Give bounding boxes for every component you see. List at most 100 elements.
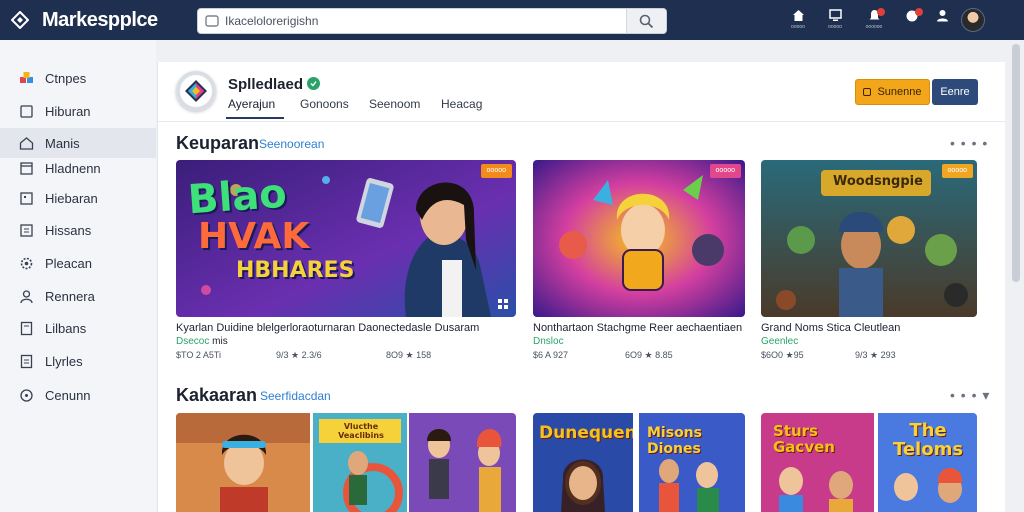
sidebar-item-settings[interactable]: Pleacan: [0, 249, 156, 277]
top-bar: Markespplce ooooo ooooo oooooo: [0, 0, 1024, 40]
scrollbar[interactable]: [1012, 44, 1020, 282]
sidebar: Ctnpes Hiburan Manis Hladnenn Hiebaran H…: [0, 40, 156, 512]
home-nav-label: ooooo: [791, 24, 805, 30]
sidebar-item-label: Hiburan: [45, 104, 91, 119]
card-badge: ooooo: [941, 164, 973, 178]
tab-overview[interactable]: Ayerajun: [228, 97, 275, 111]
app-name[interactable]: Markespplce: [42, 9, 158, 32]
game-art-title: Misons Diones: [647, 425, 702, 457]
search-input[interactable]: [225, 12, 625, 30]
sidebar-item-window[interactable]: Hladnenn: [0, 154, 156, 182]
game-card-title[interactable]: Grand Noms Stica Cleutlean: [761, 322, 900, 334]
game-card-status: Dnsloc: [533, 336, 564, 347]
chat-nav-button[interactable]: [897, 6, 927, 34]
section-title: Kakaaran: [176, 385, 258, 405]
diamond-logo-icon[interactable]: [11, 11, 29, 29]
person-icon: [20, 290, 33, 304]
button-icon: [863, 88, 872, 96]
sidebar-item-label: Cenunn: [45, 388, 91, 403]
store-name: Splledlaed: [228, 76, 304, 93]
sidebar-item-documents[interactable]: Llyrles: [0, 347, 156, 375]
search-icon: [205, 15, 219, 27]
card-badge: ooooo: [709, 164, 741, 178]
game-art-title: Woodsngpie: [833, 174, 923, 189]
book-icon: [20, 321, 33, 336]
verified-badge-icon: [307, 77, 320, 90]
game-card-image[interactable]: Sturs Gacven: [761, 413, 874, 512]
store-logo-icon: [185, 80, 207, 102]
home-icon: [792, 10, 804, 21]
section-more-button[interactable]: • • • ▾: [950, 387, 990, 404]
game-art-title: Vlucthe Veaclibins: [338, 422, 384, 440]
game-card-title[interactable]: Nonthartaon Stachgme Reer aechaentiaen: [533, 322, 742, 334]
sidebar-item-categories[interactable]: Ctnpes: [0, 64, 156, 92]
share-button-label: Eenre: [940, 86, 970, 98]
game-card-image[interactable]: Misons Diones: [639, 413, 745, 512]
subscribe-button-label: Sunenne: [877, 86, 922, 98]
game-card-image[interactable]: Vlucthe Veaclibins: [313, 413, 407, 512]
section-see-all-link[interactable]: Seerfidacdan: [260, 389, 331, 403]
monitor-nav-button[interactable]: ooooo: [820, 6, 850, 34]
sidebar-item-other[interactable]: Cenunn: [0, 381, 156, 409]
grid-small-icon: [498, 299, 508, 309]
sidebar-item-label: Manis: [45, 136, 80, 151]
game-card-title[interactable]: Kyarlan Duidine blelgerloraoturnaran Dao…: [176, 322, 479, 334]
sidebar-item-list[interactable]: Hissans: [0, 216, 156, 244]
sidebar-item-label: Llyrles: [45, 354, 83, 369]
search-button[interactable]: [626, 9, 666, 33]
cubes-icon: [20, 72, 33, 83]
game-card-image[interactable]: Woodsngpie ooooo: [761, 160, 977, 317]
sidebar-item-label: Lilbans: [45, 321, 87, 336]
section-see-all-link[interactable]: Seenoorean: [259, 137, 324, 151]
game-card-rating: 6O9 ★ 8.85: [625, 350, 673, 360]
sidebar-item-grid[interactable]: Hiebaran: [0, 184, 156, 212]
active-tab-indicator: [226, 117, 284, 119]
game-card-reviews: 8O9 ★ 158: [386, 350, 432, 360]
game-card-rating: 9/3 ★ 2.3/6: [276, 350, 322, 360]
game-card-image[interactable]: Blao HVAK HBHARES ooooo: [176, 160, 516, 317]
store-logo: [176, 71, 216, 111]
monitor-icon: [828, 9, 842, 21]
section-more-button[interactable]: • • • •: [950, 135, 988, 151]
game-card-status: Geenlec: [761, 336, 799, 347]
game-art-title: Dunequen: [539, 423, 633, 443]
game-art-title: Sturs Gacven: [773, 422, 835, 456]
sidebar-item-label: Hissans: [45, 223, 92, 238]
game-card-image[interactable]: Dunequen: [533, 413, 633, 512]
sidebar-item-label: Ctnpes: [45, 71, 87, 86]
game-art-title: HVAK: [198, 216, 310, 257]
user-nav-button[interactable]: [927, 6, 957, 34]
tab-games[interactable]: Gonoons: [300, 97, 349, 111]
tabs-divider: [157, 121, 1005, 122]
list-icon: [20, 224, 33, 237]
game-card-status: Dsecoc mis: [176, 336, 228, 347]
sidebar-item-label: Rennera: [45, 289, 95, 304]
game-card-price: $TO 2 A5Ti: [176, 350, 222, 360]
sidebar-item-entertainment[interactable]: Hiburan: [0, 97, 156, 125]
tab-reviews[interactable]: Seenoom: [369, 97, 420, 111]
sidebar-item-profile[interactable]: Rennera: [0, 282, 156, 310]
sidebar-item-label: Hiebaran: [45, 191, 98, 206]
circle-icon: [20, 389, 33, 402]
bell-nav-button[interactable]: oooooo: [859, 6, 889, 34]
share-button[interactable]: Eenre: [932, 79, 978, 105]
grid-icon: [20, 192, 33, 205]
game-card-image[interactable]: ooooo: [533, 160, 745, 317]
sidebar-item-library[interactable]: Lilbans: [0, 314, 156, 342]
magnifier-icon: [639, 14, 654, 29]
game-art-title: HBHARES: [236, 258, 355, 283]
square-icon: [20, 105, 33, 118]
game-card-image[interactable]: [176, 413, 310, 512]
game-card-image[interactable]: [409, 413, 516, 512]
user-icon: [936, 10, 948, 22]
sidebar-item-label: Pleacan: [45, 256, 92, 271]
game-art-title: The Teloms: [892, 420, 964, 460]
home-icon: [19, 137, 34, 150]
subscribe-button[interactable]: Sunenne: [855, 79, 930, 105]
game-card-image[interactable]: The Teloms: [878, 413, 977, 512]
avatar[interactable]: [961, 8, 985, 32]
chat-notification-dot: [915, 8, 923, 16]
home-nav-button[interactable]: ooooo: [783, 6, 813, 34]
card-badge: ooooo: [480, 164, 512, 178]
tab-about[interactable]: Heacag: [441, 97, 482, 111]
